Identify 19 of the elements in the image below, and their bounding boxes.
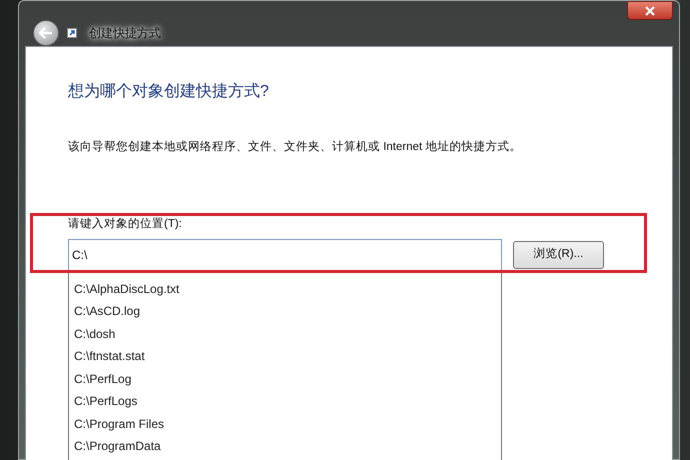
close-icon bbox=[645, 6, 655, 16]
suggestion-item[interactable]: C:\ftnstat.stat bbox=[74, 345, 501, 368]
back-button[interactable] bbox=[33, 20, 59, 46]
description-text: 该向导帮您创建本地或网络程序、文件、文件夹、计算机或 Internet 地址的快捷方式。 bbox=[68, 139, 522, 155]
suggestion-item[interactable]: C:\PerfLogs bbox=[74, 390, 501, 412]
dialog-heading: 想为哪个对象创建快捷方式? bbox=[68, 82, 270, 102]
close-button[interactable] bbox=[627, 1, 673, 20]
suggestion-item[interactable]: C:\AsCD.log bbox=[74, 300, 501, 322]
shortcut-icon bbox=[67, 28, 77, 38]
location-input[interactable]: C:\ bbox=[68, 238, 502, 270]
suggestion-item[interactable]: C:\dosh bbox=[74, 322, 501, 345]
window-title: 创建快捷方式 bbox=[89, 25, 161, 42]
suggestion-item[interactable]: C:\ProgramData bbox=[74, 435, 501, 458]
browse-button[interactable]: 浏览(R)... bbox=[513, 240, 604, 268]
back-arrow-icon bbox=[39, 27, 53, 39]
suggestion-item[interactable]: C:\PerfLog bbox=[74, 368, 501, 390]
location-label: 请键入对象的位置(T): bbox=[68, 216, 183, 232]
suggestion-item[interactable]: C:\Program Files bbox=[74, 412, 501, 435]
suggestion-item[interactable]: C:\AlphaDiscLog.txt bbox=[74, 278, 501, 300]
